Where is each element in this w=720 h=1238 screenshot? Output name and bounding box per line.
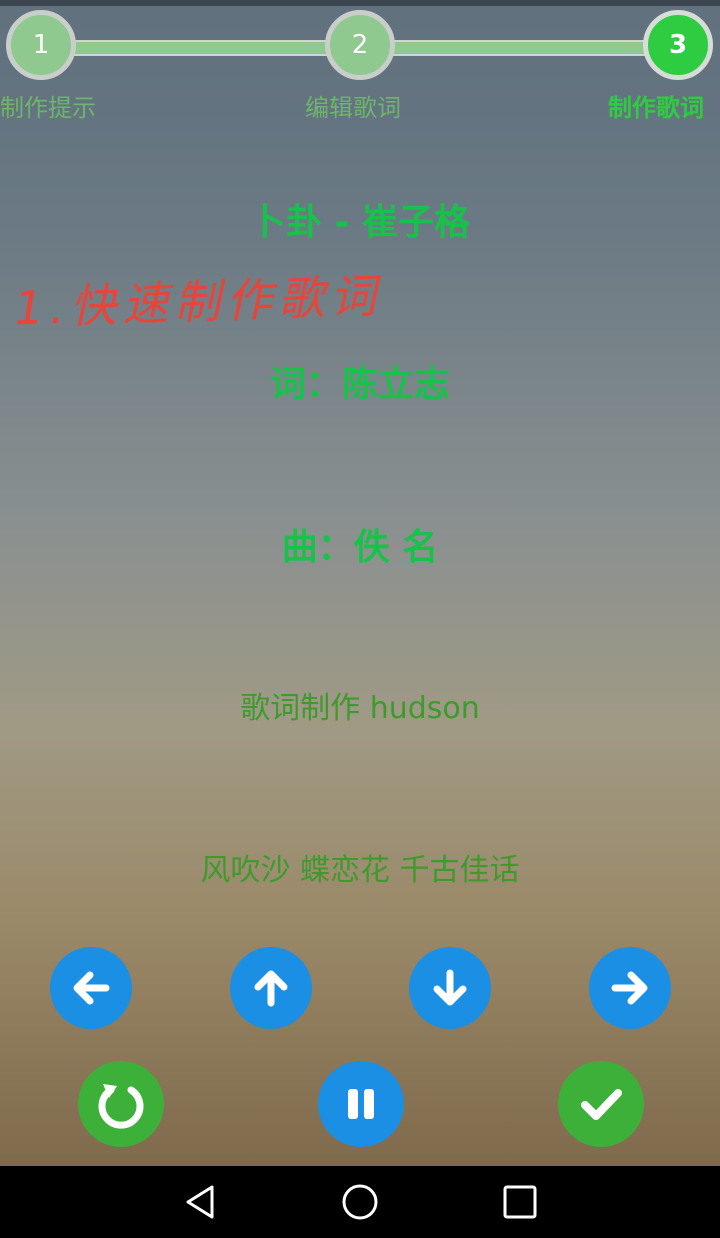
move-down-button[interactable] <box>409 947 491 1029</box>
annotation-text: 1.快速制作歌词 <box>13 268 383 336</box>
lyric-line: 风吹沙 蝶恋花 千古佳话 <box>200 853 520 888</box>
move-up-button[interactable] <box>230 947 312 1029</box>
arrow-down-icon <box>433 969 467 1006</box>
lyricist-line: 词：陈立志 <box>269 364 450 405</box>
step-connector-2 <box>388 40 650 56</box>
pause-icon <box>348 1089 374 1119</box>
move-left-button[interactable] <box>50 947 132 1029</box>
arrow-right-icon <box>611 971 648 1005</box>
step-1-circle[interactable]: 1 <box>6 10 76 80</box>
back-icon <box>186 1185 214 1219</box>
home-icon <box>342 1184 378 1220</box>
step-progress: 1 2 3 制作提示 编辑歌词 制作歌词 <box>0 6 720 132</box>
check-icon <box>581 1089 622 1120</box>
step-2-label: 编辑歌词 <box>305 94 401 122</box>
move-right-button[interactable] <box>589 947 671 1029</box>
lyric-maker-line: 歌词制作 hudson <box>240 691 480 726</box>
recents-icon <box>503 1185 537 1219</box>
confirm-button[interactable] <box>558 1061 644 1147</box>
nav-recents-button[interactable] <box>500 1182 540 1222</box>
composer-line: 曲：佚 名 <box>281 527 439 568</box>
arrow-up-icon <box>254 970 288 1007</box>
arrow-left-icon <box>73 971 110 1005</box>
step-2-circle[interactable]: 2 <box>325 10 395 80</box>
pause-button[interactable] <box>318 1061 404 1147</box>
restart-button[interactable] <box>78 1061 164 1147</box>
restart-icon <box>98 1084 144 1129</box>
nav-back-button[interactable] <box>180 1182 220 1222</box>
system-navigation-bar <box>0 1166 720 1238</box>
step-connector-1 <box>70 40 332 56</box>
step-3-label: 制作歌词 <box>608 94 704 122</box>
lyric-maker-screen: 1 2 3 制作提示 编辑歌词 制作歌词 卜卦 - 崔子格 1.快速制作歌词 词… <box>0 0 720 1166</box>
song-title: 卜卦 - 崔子格 <box>249 202 470 243</box>
step-3-circle[interactable]: 3 <box>643 10 713 80</box>
nav-home-button[interactable] <box>340 1182 380 1222</box>
step-1-label: 制作提示 <box>0 94 96 122</box>
